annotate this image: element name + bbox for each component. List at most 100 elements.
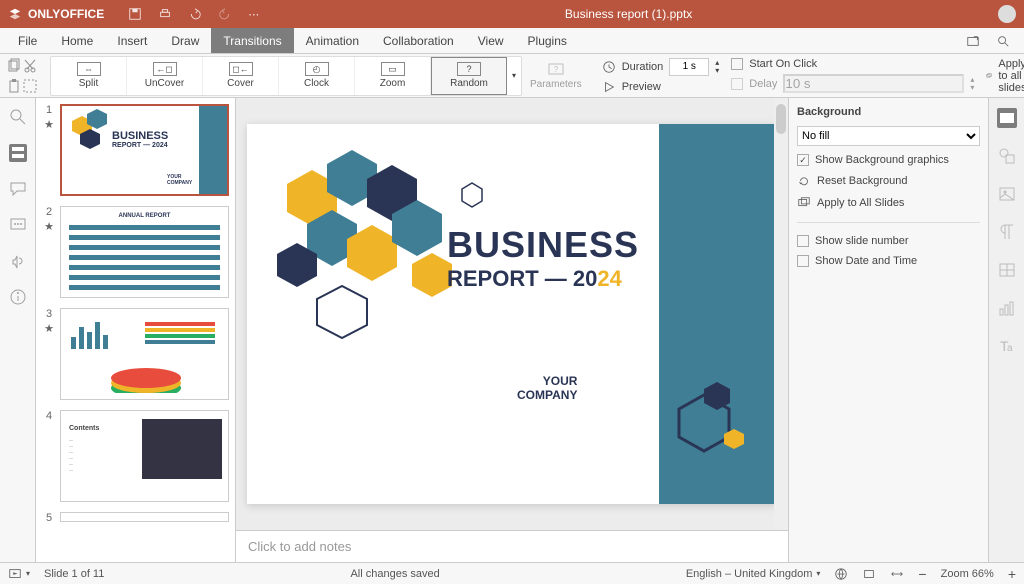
show-slide-number-checkbox[interactable] — [797, 235, 809, 247]
transition-uncover[interactable]: ←◻UnCover — [127, 57, 203, 95]
cut-icon[interactable] — [22, 58, 38, 74]
svg-text:?: ? — [554, 65, 559, 74]
document-title: Business report (1).pptx — [259, 7, 998, 21]
slide-thumb-1[interactable]: BUSINESS REPORT — 2024 YOURCOMPANY — [60, 104, 229, 196]
left-toolbar — [0, 98, 36, 562]
zoom-level[interactable]: Zoom 66% — [941, 568, 994, 580]
duration-down[interactable]: ▾ — [715, 67, 719, 75]
svg-text:a: a — [1007, 343, 1013, 354]
fit-page-icon[interactable] — [862, 567, 876, 581]
menu-insert[interactable]: Insert — [105, 28, 159, 53]
transition-indicator-icon: ★ — [44, 220, 54, 233]
more-icon[interactable]: ⋯ — [248, 8, 259, 21]
menu-home[interactable]: Home — [49, 28, 105, 53]
slide-position: Slide 1 of 11 — [44, 568, 104, 580]
slide-canvas[interactable]: BUSINESS REPORT — 2024 YOURCOMPANY — [247, 124, 777, 504]
clock-icon — [602, 60, 616, 74]
slide-thumb-3[interactable] — [60, 308, 229, 400]
user-avatar[interactable] — [998, 5, 1016, 23]
chart-settings-icon[interactable] — [997, 298, 1017, 318]
start-on-click-label: Start On Click — [749, 58, 817, 70]
show-graphics-checkbox[interactable]: ✓ — [797, 154, 809, 166]
print-icon[interactable] — [158, 7, 172, 21]
delay-checkbox[interactable] — [731, 78, 743, 90]
menu-file[interactable]: File — [6, 28, 49, 53]
open-location-icon[interactable] — [966, 34, 980, 48]
preview-button[interactable]: Preview — [622, 81, 661, 93]
menu-draw[interactable]: Draw — [159, 28, 211, 53]
reset-icon — [797, 174, 811, 188]
slide-thumb-2[interactable]: ANNUAL REPORT — [60, 206, 229, 298]
transition-indicator-icon: ★ — [44, 118, 54, 131]
select-all-icon[interactable] — [22, 78, 38, 94]
apply-all-button[interactable]: Apply to all slides — [998, 58, 1024, 94]
slide-thumb-5[interactable] — [60, 512, 229, 522]
menu-plugins[interactable]: Plugins — [516, 28, 579, 53]
shape-settings-icon[interactable] — [997, 146, 1017, 166]
transition-random[interactable]: ?Random — [431, 57, 507, 95]
slide-thumb-4[interactable]: Contents —————— — [60, 410, 229, 502]
menubar: File Home Insert Draw Transitions Animat… — [0, 28, 1024, 54]
show-date-time-checkbox[interactable] — [797, 255, 809, 267]
transition-gallery: ⇔Split ←◻UnCover ◻←Cover ◴Clock ▭Zoom ?R… — [50, 56, 522, 96]
menu-view[interactable]: View — [466, 28, 516, 53]
copy-icon[interactable] — [6, 58, 22, 74]
logo-icon — [8, 7, 22, 21]
slideshow-button[interactable]: ▾ — [8, 567, 30, 581]
slide-subtitle: REPORT — 2024 — [447, 266, 622, 292]
menu-collaboration[interactable]: Collaboration — [371, 28, 466, 53]
paste-icon[interactable] — [6, 78, 22, 94]
about-icon[interactable] — [9, 288, 27, 306]
notes-area[interactable]: Click to add notes — [236, 530, 788, 562]
slide-canvas-area: BUSINESS REPORT — 2024 YOURCOMPANY Click… — [236, 98, 788, 562]
canvas-scrollbar[interactable] — [774, 98, 788, 530]
text-art-settings-icon[interactable]: Ta — [997, 336, 1017, 356]
brand-text: ONLYOFFICE — [28, 7, 104, 21]
play-icon[interactable] — [602, 80, 616, 94]
thumbnails-icon[interactable] — [9, 144, 27, 162]
delay-input[interactable] — [783, 74, 964, 93]
apply-all-slides-button[interactable]: Apply to All Slides — [797, 196, 980, 210]
delay-label: Delay — [749, 78, 777, 90]
language-selector[interactable]: English – United Kingdom▾ — [686, 568, 821, 580]
transition-gallery-expand[interactable]: ▾ — [507, 57, 521, 95]
chat-icon[interactable] — [9, 216, 27, 234]
save-icon[interactable] — [128, 7, 142, 21]
comments-icon[interactable] — [9, 180, 27, 198]
fit-width-icon[interactable] — [890, 567, 904, 581]
start-on-click-checkbox[interactable] — [731, 58, 743, 70]
menu-transitions[interactable]: Transitions — [211, 28, 293, 53]
feedback-icon[interactable] — [9, 252, 27, 270]
slide-thumbnails: 1★ BUSINESS REPORT — 2024 YOURCOMPANY 2★… — [36, 98, 236, 562]
bg-fill-select[interactable]: No fill — [797, 126, 980, 146]
thumb-number: 1 — [46, 104, 52, 116]
transition-clock[interactable]: ◴Clock — [279, 57, 355, 95]
zoom-in-button[interactable]: + — [1008, 566, 1016, 582]
delay-down[interactable]: ▾ — [970, 84, 974, 92]
menu-animation[interactable]: Animation — [294, 28, 371, 53]
ribbon-transitions: ⇔Split ←◻UnCover ◻←Cover ◴Clock ▭Zoom ?R… — [0, 54, 1024, 98]
transition-cover[interactable]: ◻←Cover — [203, 57, 279, 95]
reset-background-button[interactable]: Reset Background — [797, 174, 980, 188]
hex-corner-graphic — [649, 374, 759, 484]
duration-label: Duration — [622, 61, 664, 73]
thumb-number: 3 — [46, 308, 52, 320]
slide-settings-icon[interactable] — [997, 108, 1017, 128]
find-icon[interactable] — [9, 108, 27, 126]
titlebar: ONLYOFFICE ⋯ Business report (1).pptx — [0, 0, 1024, 28]
duration-input[interactable] — [669, 58, 709, 76]
table-settings-icon[interactable] — [997, 260, 1017, 280]
transition-split[interactable]: ⇔Split — [51, 57, 127, 95]
spellcheck-icon[interactable] — [834, 567, 848, 581]
zoom-out-button[interactable]: − — [918, 566, 926, 582]
thumb-number: 4 — [46, 410, 52, 422]
slide-title: BUSINESS — [447, 224, 639, 266]
redo-icon[interactable] — [218, 7, 232, 21]
transition-zoom[interactable]: ▭Zoom — [355, 57, 431, 95]
image-settings-icon[interactable] — [997, 184, 1017, 204]
paragraph-settings-icon[interactable] — [997, 222, 1017, 242]
statusbar: ▾ Slide 1 of 11 All changes saved Englis… — [0, 562, 1024, 584]
search-icon[interactable] — [996, 34, 1010, 48]
undo-icon[interactable] — [188, 7, 202, 21]
background-panel: Background No fill ✓Show Background grap… — [788, 98, 988, 562]
